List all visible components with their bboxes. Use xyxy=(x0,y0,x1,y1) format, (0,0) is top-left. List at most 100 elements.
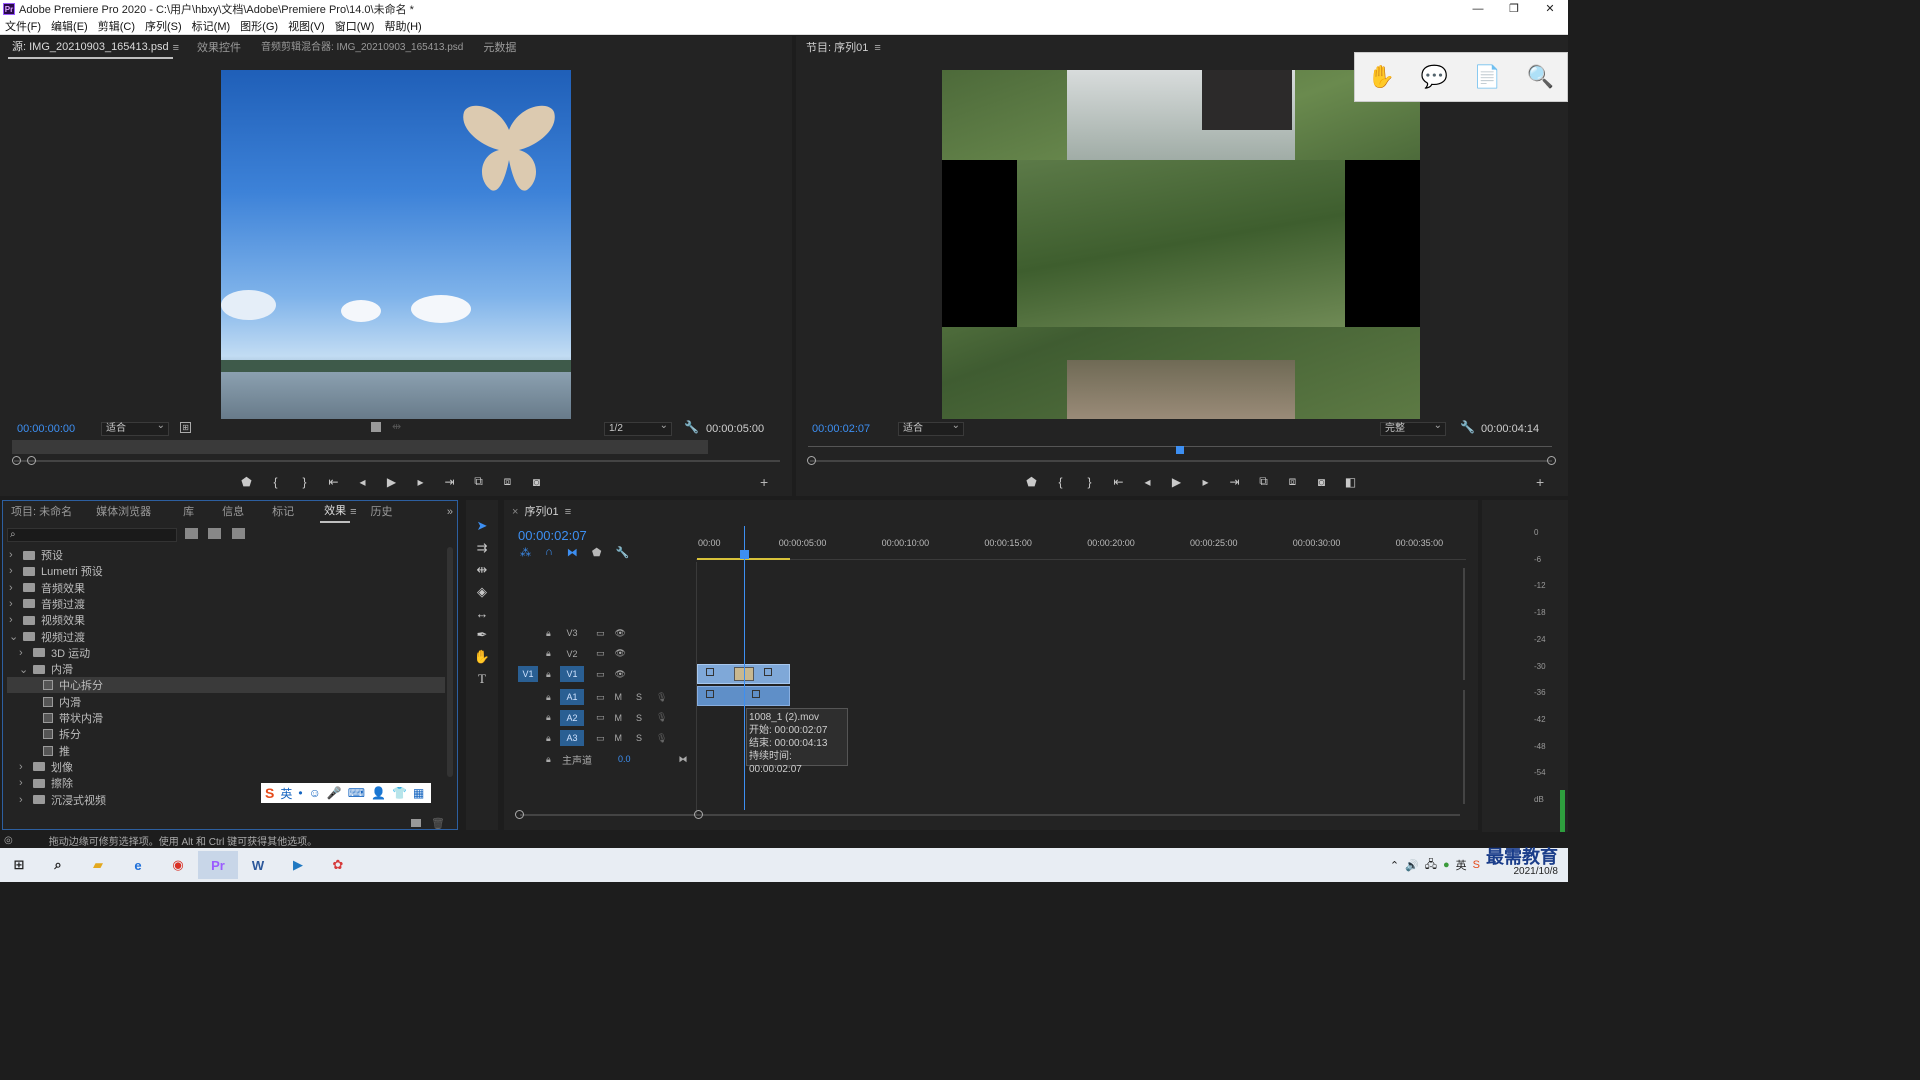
source-settings-icon[interactable]: ⊞ xyxy=(180,422,191,433)
hand-tool-icon[interactable]: ✋ xyxy=(474,649,490,665)
menu-help[interactable]: 帮助(H) xyxy=(379,18,426,34)
menu-sequence[interactable]: 序列(S) xyxy=(140,18,187,34)
add-marker-icon[interactable]: ⬟ xyxy=(592,546,602,559)
h-scroll-handle-left[interactable] xyxy=(515,810,524,819)
add-marker-icon[interactable]: ⬟ xyxy=(1017,475,1046,489)
source-resolution-dropdown[interactable]: 1/2 xyxy=(604,420,672,436)
tab-info[interactable]: 信息 xyxy=(210,500,256,524)
timeline-timecode[interactable]: 00:00:02:07 xyxy=(518,528,587,543)
ime-user-icon[interactable]: 👤 xyxy=(371,786,386,800)
disclosure-arrow-icon[interactable]: › xyxy=(19,647,33,659)
video-v-scrollbar[interactable] xyxy=(1463,568,1465,680)
source-wrench-icon[interactable]: 🔧 xyxy=(684,420,699,434)
menu-marker[interactable]: 标记(M) xyxy=(187,18,236,34)
minimize-button[interactable]: — xyxy=(1460,0,1496,18)
lock-icon[interactable]: 🔒︎ xyxy=(546,712,558,723)
master-jump-icon[interactable]: ⧓ xyxy=(679,754,688,765)
tab-effect-controls[interactable]: 效果控件 xyxy=(187,36,251,60)
ime-grid-icon[interactable]: ▦ xyxy=(413,786,424,800)
go-to-out-icon[interactable]: ⇥ xyxy=(435,475,464,489)
eye-icon[interactable]: 👁 xyxy=(615,648,626,659)
disclosure-arrow-icon[interactable]: › xyxy=(9,614,23,626)
premiere-taskbar-icon[interactable]: Pr xyxy=(198,851,238,879)
yuv-effects-icon[interactable] xyxy=(232,528,245,539)
ripple-edit-tool-icon[interactable]: ⇹ xyxy=(477,562,488,578)
program-add-button-icon[interactable]: + xyxy=(1536,474,1544,490)
more-tabs-icon[interactable]: » xyxy=(447,506,453,518)
zoom-doc-icon[interactable]: 🔍 xyxy=(1527,64,1554,90)
lock-icon[interactable]: 🔒︎ xyxy=(546,628,558,639)
step-forward-icon[interactable]: ▸ xyxy=(406,475,435,489)
effects-tree-item[interactable]: 拆分 xyxy=(7,726,445,742)
disclosure-arrow-icon[interactable]: › xyxy=(9,598,23,610)
effects-tree-item[interactable]: › 3D 运动 xyxy=(7,645,445,661)
tab-metadata[interactable]: 元数据 xyxy=(473,36,526,60)
tab-libraries[interactable]: 库 xyxy=(167,500,210,524)
sync-lock-icon[interactable]: ▭ xyxy=(596,648,605,659)
tab-project[interactable]: 项目: 未命名 xyxy=(3,500,80,524)
export-doc-icon[interactable]: 📄 xyxy=(1474,64,1501,90)
go-to-out-icon[interactable]: ⇥ xyxy=(1220,475,1249,489)
effects-tree-item[interactable]: 推 xyxy=(7,743,445,759)
mute-button[interactable]: M xyxy=(615,692,623,702)
sync-lock-icon[interactable]: ▭ xyxy=(596,628,605,639)
program-fit-dropdown[interactable]: 适合 xyxy=(898,420,964,436)
timeline-h-scrollbar[interactable] xyxy=(520,814,1460,816)
source-zoom-handle-right[interactable] xyxy=(27,456,36,465)
slip-tool-icon[interactable]: ↔ xyxy=(476,606,489,621)
eye-icon[interactable]: 👁 xyxy=(615,669,626,680)
file-explorer-icon[interactable]: ▰ xyxy=(78,851,118,879)
tab-source[interactable]: 源: IMG_20210903_165413.psd xyxy=(8,37,173,59)
selection-tool-icon[interactable]: ➤ xyxy=(477,518,488,534)
ime-keyboard-icon[interactable]: ⌨ xyxy=(348,786,365,800)
ime-skin-icon[interactable]: 👕 xyxy=(392,786,407,800)
tray-ime-icon[interactable]: 英 xyxy=(1456,857,1467,873)
go-to-in-icon[interactable]: ⇤ xyxy=(1104,475,1133,489)
extract-icon[interactable]: ⧈ xyxy=(1278,474,1307,489)
program-zoom-handle-left[interactable] xyxy=(807,456,816,465)
solo-button[interactable]: S xyxy=(636,713,642,723)
solo-button[interactable]: S xyxy=(636,692,642,702)
track-target[interactable]: A2 xyxy=(560,709,584,726)
tab-audio-mixer[interactable]: 音频剪辑混合器: IMG_20210903_165413.psd xyxy=(251,36,473,60)
effects-tree-item[interactable]: 内滑 xyxy=(7,694,445,710)
audio-v-scrollbar[interactable] xyxy=(1463,690,1465,804)
source-fit-dropdown[interactable]: 适合 xyxy=(101,420,169,436)
track-target[interactable]: A1 xyxy=(560,689,584,705)
mark-out-icon[interactable]: } xyxy=(1075,475,1104,489)
disclosure-arrow-icon[interactable]: › xyxy=(9,582,23,594)
program-quality-dropdown[interactable]: 完整 xyxy=(1380,420,1446,436)
linked-selection-icon[interactable]: ⧓ xyxy=(567,546,578,559)
ime-toolbar[interactable]: S 英 • ☺ 🎤 ⌨ 👤 👕 ▦ xyxy=(261,783,431,803)
menu-window[interactable]: 窗口(W) xyxy=(330,18,380,34)
close-button[interactable]: ✕ xyxy=(1532,0,1568,18)
playhead-line[interactable] xyxy=(744,526,745,810)
disclosure-arrow-icon[interactable]: › xyxy=(19,794,33,806)
lock-icon[interactable]: 🔒︎ xyxy=(546,692,558,703)
lock-icon[interactable]: 🔒︎ xyxy=(546,733,558,744)
source-add-button-icon[interactable]: + xyxy=(760,474,768,490)
effects-tree-item[interactable]: › Lumetri 预设 xyxy=(7,563,445,579)
new-bin-icon[interactable] xyxy=(411,819,421,827)
track-target[interactable]: V3 xyxy=(560,625,584,641)
source-mini-timeline[interactable] xyxy=(12,440,708,454)
menu-view[interactable]: 视图(V) xyxy=(283,18,330,34)
effects-search-input[interactable]: ⌕ xyxy=(7,528,177,542)
playhead-handle[interactable] xyxy=(740,550,749,559)
disclosure-arrow-icon[interactable]: › xyxy=(19,777,33,789)
source-patch-v1[interactable]: V1 xyxy=(518,666,538,682)
master-volume-value[interactable]: 0.0 xyxy=(618,754,631,764)
start-icon[interactable]: ⊞ xyxy=(0,851,38,879)
disclosure-arrow-icon[interactable]: ⌄ xyxy=(9,630,23,643)
effects-tree-item[interactable]: ⌄ 内滑 xyxy=(7,661,445,677)
sequence-menu-icon[interactable]: ≡ xyxy=(565,506,571,518)
ime-emoji-icon[interactable]: ☺ xyxy=(309,786,321,800)
media-app-icon[interactable]: ▶ xyxy=(278,851,318,879)
effects-scrollbar[interactable] xyxy=(447,547,453,777)
solo-button[interactable]: S xyxy=(636,733,642,743)
menu-file[interactable]: 文件(F) xyxy=(0,18,46,34)
maximize-button[interactable]: ❐ xyxy=(1496,0,1532,18)
timeline-ruler[interactable]: 00:00 00:00:05:00 00:00:10:00 00:00:15:00 00… xyxy=(696,534,1466,560)
source-marker-icon[interactable] xyxy=(371,422,381,432)
menu-edit[interactable]: 编辑(E) xyxy=(46,18,93,34)
